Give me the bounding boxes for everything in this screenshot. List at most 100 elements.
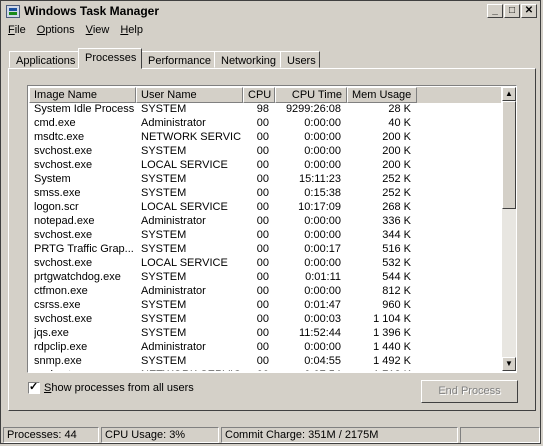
column-header-user-name[interactable]: User Name bbox=[136, 87, 243, 103]
cpu-cell: 00 bbox=[256, 131, 269, 143]
minimize-button[interactable]: _ bbox=[487, 4, 503, 18]
user-name-cell: SYSTEM bbox=[141, 187, 187, 199]
show-all-users-option[interactable]: Show processes from all users bbox=[28, 380, 194, 394]
process-row[interactable]: jqs.exe SYSTEM 00 11:52:44 1 396 K bbox=[29, 327, 501, 341]
user-name-cell: LOCAL SERVICE bbox=[141, 257, 228, 269]
column-header-image-name[interactable]: Image Name bbox=[29, 87, 136, 103]
image-name-cell: svchost.exe bbox=[34, 145, 93, 157]
image-name-cell: svchost.exe bbox=[34, 257, 93, 269]
cpu-time-cell: 0:00:03 bbox=[304, 313, 341, 325]
image-name-cell: svchost.exe bbox=[34, 229, 93, 241]
close-button[interactable]: ✕ bbox=[521, 4, 537, 18]
cpu-time-cell: 0:15:38 bbox=[304, 187, 341, 199]
image-name-cell: ctfmon.exe bbox=[34, 285, 88, 297]
user-name-cell: LOCAL SERVICE bbox=[141, 159, 228, 171]
cpu-cell: 00 bbox=[256, 285, 269, 297]
tab-networking[interactable]: Networking bbox=[214, 51, 281, 68]
menu-help[interactable]: Help bbox=[115, 22, 149, 40]
cpu-cell: 00 bbox=[256, 117, 269, 129]
cpu-time-cell: 10:17:09 bbox=[298, 201, 341, 213]
process-row[interactable]: svchost.exe SYSTEM 00 0:00:03 1 104 K bbox=[29, 313, 501, 327]
end-process-button[interactable]: End Process bbox=[421, 380, 518, 403]
process-row[interactable]: PRTG Traffic Grap... SYSTEM 00 0:00:17 516 K bbox=[29, 243, 501, 257]
column-header-cpu[interactable]: CPU bbox=[243, 87, 275, 103]
user-name-cell: SYSTEM bbox=[141, 103, 187, 115]
status-empty-pane bbox=[460, 427, 540, 443]
user-name-cell: NETWORK SERVICE bbox=[141, 369, 241, 371]
process-row[interactable]: System Idle Process SYSTEM 98 9299:26:08 28 … bbox=[29, 103, 501, 117]
cpu-time-cell: 11:52:44 bbox=[298, 327, 341, 339]
cpu-time-cell: 0:00:00 bbox=[304, 229, 341, 241]
mem-usage-cell: 532 K bbox=[382, 257, 411, 269]
cpu-time-cell: 0:00:00 bbox=[304, 215, 341, 227]
tab-performance[interactable]: Performance bbox=[141, 51, 215, 68]
status-bar: Processes: 44 CPU Usage: 3% Commit Charg… bbox=[3, 427, 540, 443]
user-name-cell: SYSTEM bbox=[141, 173, 187, 185]
cpu-time-cell: 0:00:00 bbox=[304, 131, 341, 143]
cpu-cell: 00 bbox=[256, 299, 269, 311]
image-name-cell: logon.scr bbox=[34, 201, 79, 213]
tab-applications[interactable]: Applications bbox=[9, 51, 79, 68]
process-row[interactable]: rdpclip.exe Administrator 00 0:00:00 1 440 K bbox=[29, 341, 501, 355]
cpu-cell: 00 bbox=[256, 355, 269, 367]
menu-options[interactable]: Options bbox=[32, 22, 81, 40]
mem-usage-cell: 1 440 K bbox=[373, 341, 411, 353]
tab-users[interactable]: Users bbox=[280, 51, 320, 68]
maximize-button[interactable]: □ bbox=[504, 4, 520, 18]
mem-usage-cell: 200 K bbox=[382, 131, 411, 143]
process-row[interactable]: svchost.exe NETWORK SERVICE00 0:07:54 1 712… bbox=[29, 369, 501, 371]
column-header-mem-usage[interactable]: Mem Usage bbox=[347, 87, 417, 103]
process-row[interactable]: svchost.exe LOCAL SERVICE 00 0:00:00 532 K bbox=[29, 257, 501, 271]
user-name-cell: SYSTEM bbox=[141, 355, 187, 367]
mem-usage-cell: 344 K bbox=[382, 229, 411, 241]
process-list[interactable]: Image Name User Name CPU CPU Time Mem Us… bbox=[27, 85, 517, 373]
user-name-cell: SYSTEM bbox=[141, 243, 187, 255]
menu-file[interactable]: File bbox=[3, 22, 32, 40]
mem-usage-cell: 1 712 K bbox=[347, 369, 411, 371]
cpu-cell: 00 bbox=[256, 159, 269, 171]
image-name-cell: PRTG Traffic Grap... bbox=[34, 243, 134, 255]
cpu-time-cell: 0:01:11 bbox=[305, 271, 341, 283]
process-row[interactable]: ctfmon.exe Administrator 00 0:00:00 812 K bbox=[29, 285, 501, 299]
process-row[interactable]: System SYSTEM 00 15:11:23 252 K bbox=[29, 173, 501, 187]
image-name-cell: smss.exe bbox=[34, 187, 81, 199]
cpu-time-cell: 0:00:00 bbox=[304, 341, 341, 353]
title-bar[interactable]: Windows Task Manager _ □ ✕ bbox=[3, 3, 540, 21]
process-row[interactable]: cmd.exe Administrator 00 0:00:00 40 K bbox=[29, 117, 501, 131]
vertical-scrollbar[interactable]: ▲ ▼ bbox=[502, 87, 516, 371]
process-row[interactable]: svchost.exe LOCAL SERVICE 00 0:00:00 200 K bbox=[29, 159, 501, 173]
process-row[interactable]: svchost.exe SYSTEM 00 0:00:00 200 K bbox=[29, 145, 501, 159]
show-all-users-checkbox[interactable] bbox=[28, 380, 40, 394]
mem-usage-cell: 1 104 K bbox=[373, 313, 411, 325]
process-row[interactable]: snmp.exe SYSTEM 00 0:04:55 1 492 K bbox=[29, 355, 501, 369]
cpu-time-cell: 0:00:00 bbox=[304, 117, 341, 129]
cpu-time-cell: 9299:26:08 bbox=[285, 103, 341, 115]
process-row[interactable]: logon.scr LOCAL SERVICE 00 10:17:09 268 K bbox=[29, 201, 501, 215]
menu-bar: File Options View Help bbox=[3, 22, 149, 40]
mem-usage-cell: 200 K bbox=[382, 159, 411, 171]
mem-usage-cell: 200 K bbox=[382, 145, 411, 157]
cpu-time-cell: 0:00:00 bbox=[304, 159, 341, 171]
menu-view[interactable]: View bbox=[81, 22, 116, 40]
mem-usage-cell: 268 K bbox=[382, 201, 411, 213]
image-name-cell: System Idle Process bbox=[34, 103, 135, 115]
scroll-down-button[interactable]: ▼ bbox=[502, 357, 516, 371]
cpu-cell: 00 bbox=[256, 327, 269, 339]
user-name-cell: SYSTEM bbox=[141, 271, 187, 283]
mem-usage-cell: 28 K bbox=[388, 103, 411, 115]
process-row[interactable]: prtgwatchdog.exe SYSTEM 00 0:01:11 544 K bbox=[29, 271, 501, 285]
scroll-up-button[interactable]: ▲ bbox=[502, 87, 516, 101]
scroll-thumb[interactable] bbox=[502, 101, 516, 209]
process-row[interactable]: msdtc.exe NETWORK SERVICE 00 0:00:00 200 K bbox=[29, 131, 501, 145]
show-all-users-label[interactable]: Show processes from all users bbox=[44, 382, 194, 394]
process-row[interactable]: smss.exe SYSTEM 00 0:15:38 252 K bbox=[29, 187, 501, 201]
column-header-cpu-time[interactable]: CPU Time bbox=[275, 87, 347, 103]
image-name-cell: msdtc.exe bbox=[34, 131, 85, 143]
process-row[interactable]: csrss.exe SYSTEM 00 0:01:47 960 K bbox=[29, 299, 501, 313]
tab-processes[interactable]: Processes bbox=[78, 48, 142, 69]
process-rows: System Idle Process SYSTEM 98 9299:26:08 28 … bbox=[29, 103, 501, 371]
window-title: Windows Task Manager bbox=[24, 4, 160, 18]
process-row[interactable]: svchost.exe SYSTEM 00 0:00:00 344 K bbox=[29, 229, 501, 243]
process-row[interactable]: notepad.exe Administrator 00 0:00:00 336 K bbox=[29, 215, 501, 229]
mem-usage-cell: 1 396 K bbox=[373, 327, 411, 339]
